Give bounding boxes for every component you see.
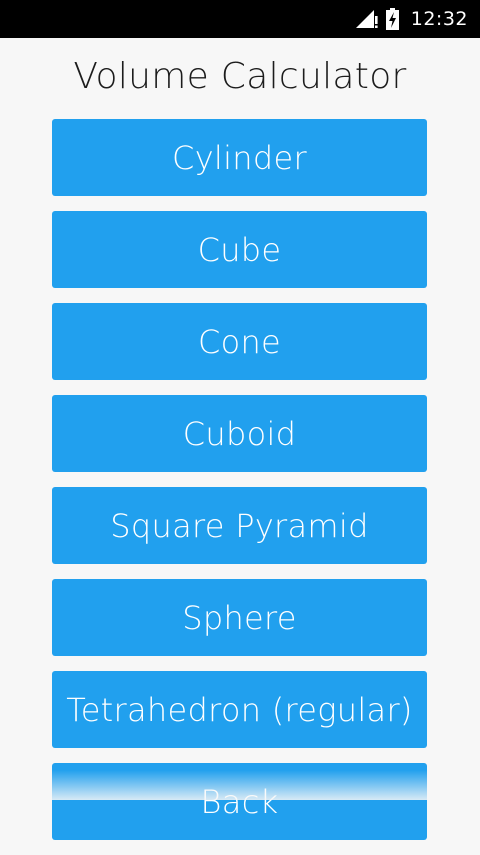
status-bar: 12:32 (0, 0, 480, 38)
cube-button[interactable]: Cube (52, 211, 427, 288)
cylinder-button[interactable]: Cylinder (52, 119, 427, 196)
sphere-button[interactable]: Sphere (52, 579, 427, 656)
status-icons: 12:32 (355, 0, 468, 38)
status-time: 12:32 (410, 8, 468, 30)
signal-icon (355, 9, 378, 29)
shape-button-list: Cylinder Cube Cone Cuboid Square Pyramid… (52, 119, 427, 855)
square-pyramid-button[interactable]: Square Pyramid (52, 487, 427, 564)
back-button[interactable]: Back (52, 763, 427, 840)
battery-charging-icon (385, 8, 399, 30)
cuboid-button[interactable]: Cuboid (52, 395, 427, 472)
cone-button[interactable]: Cone (52, 303, 427, 380)
page-title: Volume Calculator (73, 56, 407, 97)
tetrahedron-button[interactable]: Tetrahedron (regular) (52, 671, 427, 748)
